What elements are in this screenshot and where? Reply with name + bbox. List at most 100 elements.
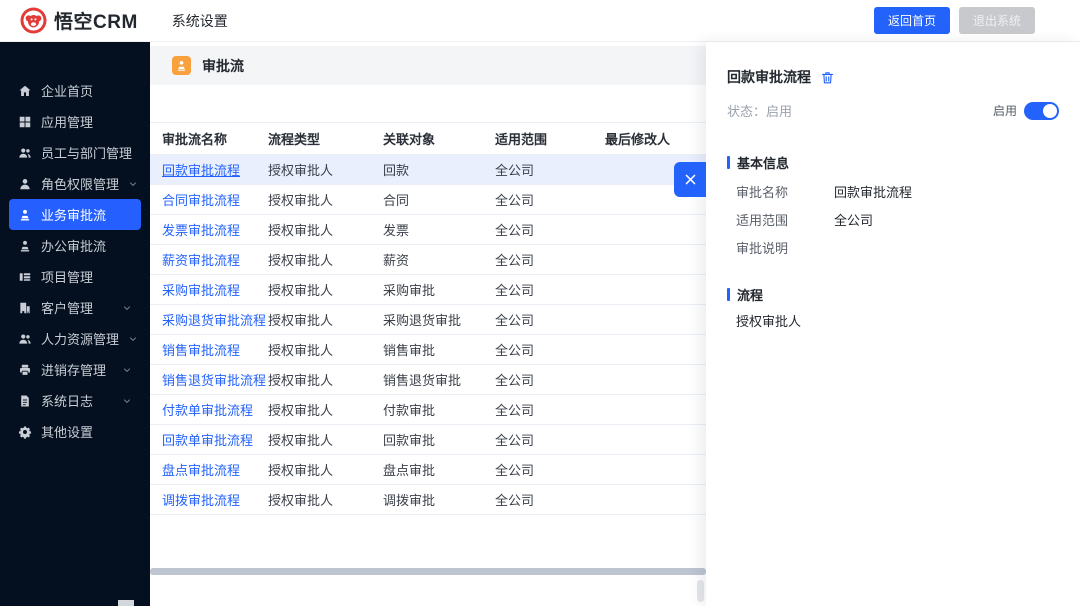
table-cell: 全公司 <box>495 373 535 388</box>
field-label: 审批名称 <box>736 185 789 200</box>
delete-icon[interactable] <box>820 70 835 85</box>
field-approval-name: 审批名称 回款审批流程 <box>736 186 1059 200</box>
sidebar-item-系统日志[interactable]: 系统日志 <box>9 385 141 416</box>
table-cell: 全公司 <box>495 253 535 268</box>
approval-flow-icon <box>172 56 191 75</box>
stamp-icon <box>18 208 32 222</box>
table-cell: 全公司 <box>495 193 535 208</box>
basic-info-section-title: 基本信息 <box>727 153 1059 172</box>
cell-name: 发票审批流程 <box>162 220 268 239</box>
sidebar-nav: 企业首页应用管理 员工与部门管理 角色权限管理 业务审批流办公审批流项目管理 客户管理人… <box>0 75 150 447</box>
flow-name-link[interactable]: 合同审批流程 <box>162 193 240 208</box>
table-cell: 全公司 <box>495 403 535 418</box>
sidebar-item-label: 办公审批流 <box>41 239 107 254</box>
flow-section-title: 流程 <box>727 285 1059 304</box>
enable-toggle-group: 启用 <box>992 101 1059 120</box>
table-cell: 授权审批人 <box>268 283 334 298</box>
table-cell: 采购审批 <box>383 283 436 298</box>
table-cell: 授权审批人 <box>268 493 334 508</box>
vertical-scrollbar-thumb[interactable] <box>697 580 704 602</box>
top-header: 悟空CRM 系统设置 返回首页 退出系统 <box>0 0 1080 42</box>
status-text: 状态：启用 <box>727 104 793 119</box>
chevron-down-icon <box>128 334 138 344</box>
home-icon <box>18 84 32 98</box>
column-header-scope: 适用范围 <box>495 132 548 147</box>
cell-name: 调拨审批流程 <box>162 490 268 509</box>
sidebar-item-业务审批流[interactable]: 业务审批流 <box>9 199 141 230</box>
field-description: 审批说明 <box>736 242 1059 256</box>
table-cell: 回款审批 <box>383 433 436 448</box>
table-cell: 全公司 <box>495 313 535 328</box>
sidebar-collapse-handle[interactable] <box>118 600 134 606</box>
horizontal-scrollbar[interactable] <box>150 568 706 575</box>
cell-name: 回款单审批流程 <box>162 430 268 449</box>
close-icon <box>683 172 698 187</box>
detail-title: 回款审批流程 <box>727 69 811 85</box>
user-icon <box>18 177 32 191</box>
flow-name-link[interactable]: 采购审批流程 <box>162 283 240 298</box>
gear-icon <box>18 425 32 439</box>
toggle-label: 启用 <box>992 104 1017 118</box>
enable-toggle[interactable] <box>1024 101 1059 120</box>
flow-name-link[interactable]: 销售退货审批流程 <box>162 373 266 388</box>
sidebar-item-客户管理[interactable]: 客户管理 <box>9 292 141 323</box>
logo-text: 悟空CRM <box>54 12 138 33</box>
sidebar-item-员工与部门管理[interactable]: 员工与部门管理 <box>9 137 141 168</box>
table-cell: 全公司 <box>495 493 535 508</box>
cell-name: 回款审批流程 <box>162 160 268 179</box>
sidebar-item-应用管理[interactable]: 应用管理 <box>9 106 141 137</box>
table-cell: 发票 <box>383 223 410 238</box>
field-label: 适用范围 <box>736 213 789 228</box>
sidebar-item-办公审批流[interactable]: 办公审批流 <box>9 230 141 261</box>
sidebar-item-其他设置[interactable]: 其他设置 <box>9 416 141 447</box>
flow-name-link[interactable]: 回款单审批流程 <box>162 433 253 448</box>
detail-title-row: 回款审批流程 <box>727 67 1059 87</box>
table-cell: 合同 <box>383 193 410 208</box>
flow-value: 授权审批人 <box>736 314 802 329</box>
cell-name: 付款单审批流程 <box>162 400 268 419</box>
flow-name-link[interactable]: 盘点审批流程 <box>162 463 240 478</box>
table-cell: 授权审批人 <box>268 313 334 328</box>
users-icon <box>18 146 32 160</box>
flow-name-link[interactable]: 付款单审批流程 <box>162 403 253 418</box>
flow-name-link[interactable]: 采购退货审批流程 <box>162 313 266 328</box>
app-window: 悟空CRM 系统设置 返回首页 退出系统 企业首页应用管理 员工与部门管理 角色权限… <box>0 0 1080 606</box>
flow-name-link[interactable]: 回款审批流程 <box>162 163 240 178</box>
table-cell: 授权审批人 <box>268 463 334 478</box>
table-cell: 授权审批人 <box>268 433 334 448</box>
sidebar-item-label: 人力资源管理 <box>41 332 120 347</box>
sidebar-item-label: 其他设置 <box>41 425 94 440</box>
flow-name-link[interactable]: 销售审批流程 <box>162 343 240 358</box>
sidebar-item-企业首页[interactable]: 企业首页 <box>9 75 141 106</box>
sidebar-item-label: 企业首页 <box>41 84 94 99</box>
sidebar-item-项目管理[interactable]: 项目管理 <box>9 261 141 292</box>
sidebar-item-角色权限管理[interactable]: 角色权限管理 <box>9 168 141 199</box>
cell-name: 采购审批流程 <box>162 280 268 299</box>
sidebar-item-进销存管理[interactable]: 进销存管理 <box>9 354 141 385</box>
cell-name: 销售审批流程 <box>162 340 268 359</box>
sidebar-item-label: 进销存管理 <box>41 363 107 378</box>
app-logo[interactable]: 悟空CRM <box>20 7 138 34</box>
building-icon <box>18 301 32 315</box>
table-cell: 授权审批人 <box>268 163 334 178</box>
chevron-down-icon <box>122 396 132 406</box>
back-home-button[interactable]: 返回首页 <box>873 7 950 34</box>
sidebar-item-人力资源管理[interactable]: 人力资源管理 <box>9 323 141 354</box>
logout-button[interactable]: 退出系统 <box>958 7 1035 34</box>
table-cell: 采购退货审批 <box>383 313 462 328</box>
close-panel-button[interactable] <box>674 162 706 197</box>
field-label: 审批说明 <box>736 241 789 256</box>
project-icon <box>18 270 32 284</box>
table-cell: 回款 <box>383 163 410 178</box>
wukong-monkey-icon <box>20 7 47 34</box>
flow-name-link[interactable]: 薪资审批流程 <box>162 253 240 268</box>
flow-name-link[interactable]: 调拨审批流程 <box>162 493 240 508</box>
column-header-object: 关联对象 <box>383 132 436 147</box>
detail-status-row: 状态：启用 启用 <box>727 101 1059 120</box>
table-cell: 授权审批人 <box>268 253 334 268</box>
flow-name-link[interactable]: 发票审批流程 <box>162 223 240 238</box>
chevron-down-icon <box>122 303 132 313</box>
sidebar: 企业首页应用管理 员工与部门管理 角色权限管理 业务审批流办公审批流项目管理 客户管理人… <box>0 42 150 606</box>
table-cell: 销售审批 <box>383 343 436 358</box>
table-cell: 授权审批人 <box>268 373 334 388</box>
